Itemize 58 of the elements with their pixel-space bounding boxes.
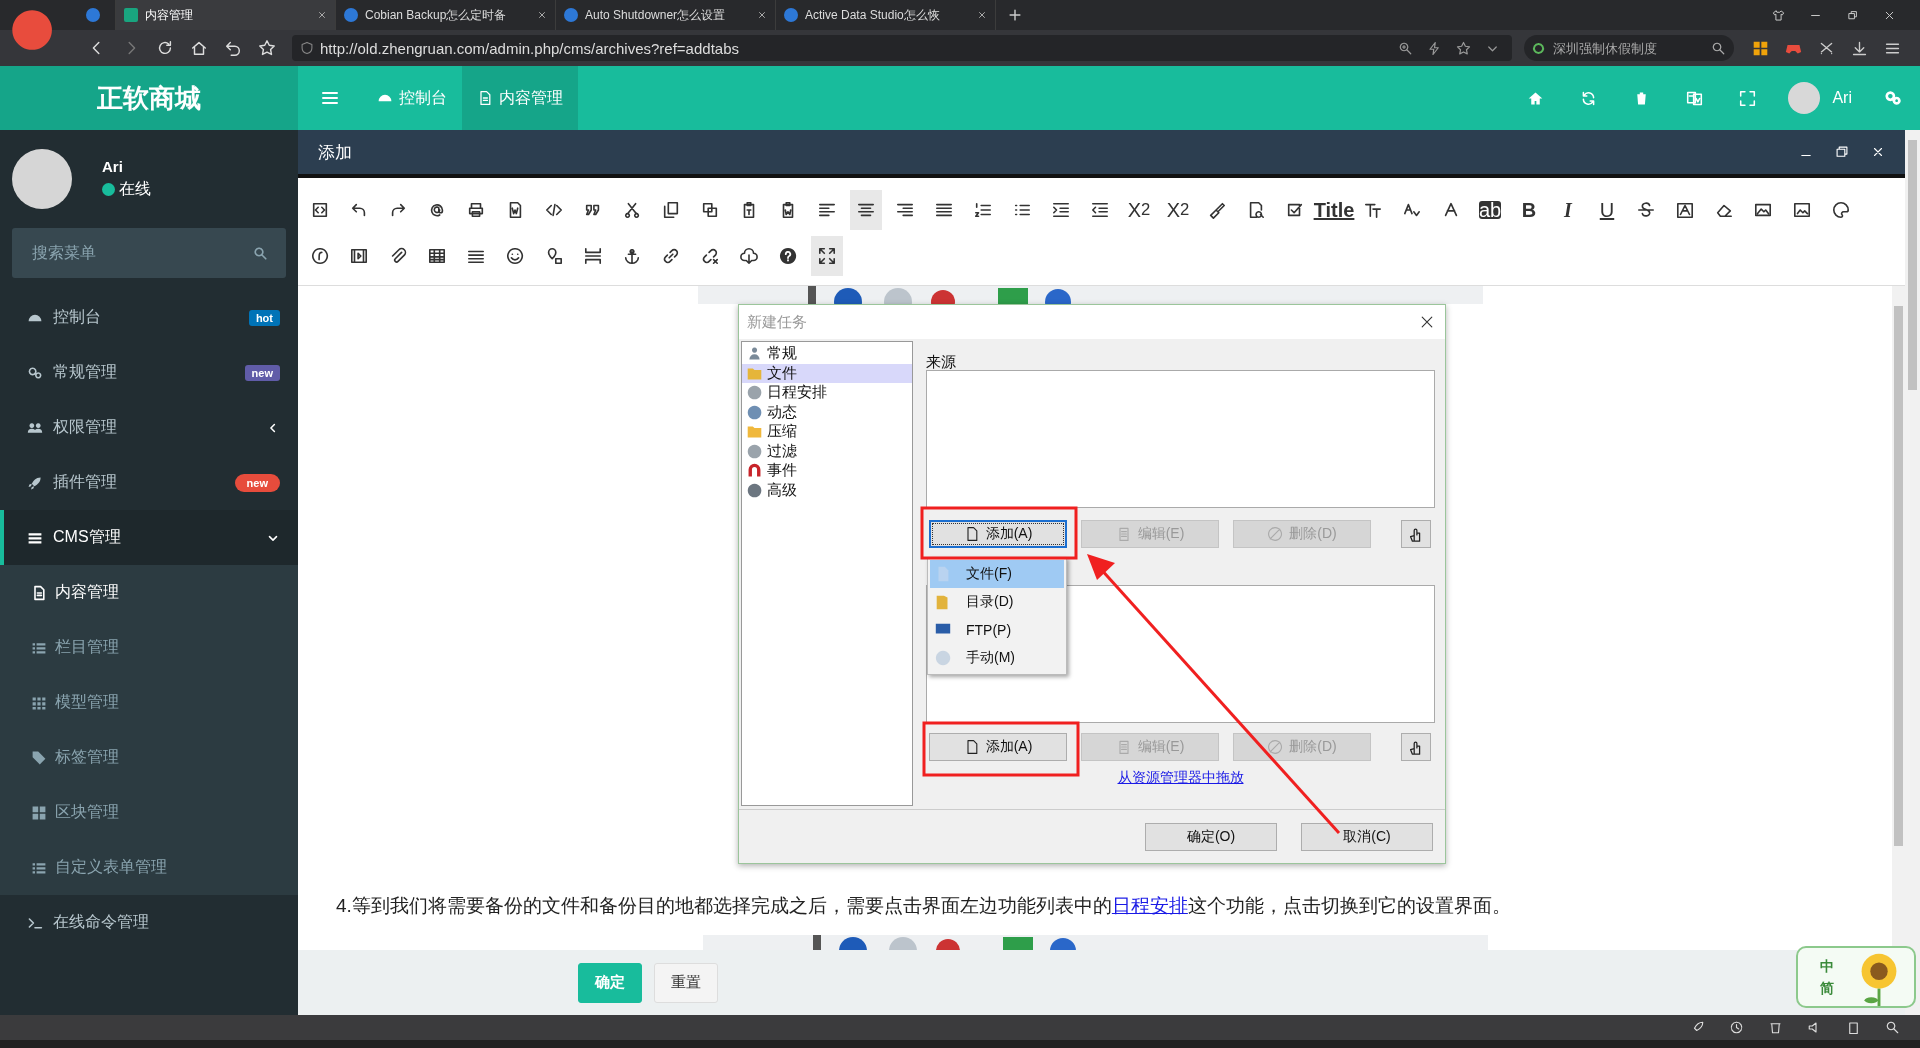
- menu-item[interactable]: 在线命令管理: [0, 895, 298, 950]
- tab-title: Cobian Backup怎么定时备: [365, 6, 508, 24]
- submenu-item[interactable]: 模型管理: [0, 675, 298, 730]
- menu-badge: new: [234, 473, 280, 492]
- tab-title: 内容管理: [145, 6, 194, 24]
- category-item[interactable]: 日程安排: [742, 383, 912, 403]
- underline-button[interactable]: U: [1591, 190, 1623, 230]
- window-title: 新建任务: [747, 312, 807, 332]
- submenu-item[interactable]: 区块管理: [0, 785, 298, 840]
- category-item[interactable]: 过滤: [742, 441, 912, 461]
- button[interactable]: 确定(O): [1145, 822, 1277, 851]
- search-field[interactable]: 搜索菜单: [12, 228, 286, 278]
- search-input[interactable]: 搜索菜单: [30, 243, 253, 263]
- menu-item[interactable]: 插件管理 new: [0, 455, 298, 510]
- category-item[interactable]: 高级: [742, 480, 912, 500]
- menu-item[interactable]: 权限管理: [0, 400, 298, 455]
- menu-item[interactable]: 手动(M): [930, 644, 1064, 672]
- bold-button[interactable]: B: [1513, 190, 1545, 230]
- menu-item[interactable]: CMS管理: [0, 510, 298, 565]
- search-box[interactable]: 深圳强制休假制度: [1524, 35, 1734, 61]
- submenu-item[interactable]: 内容管理: [0, 565, 298, 620]
- button[interactable]: 添加(A): [929, 733, 1067, 761]
- button[interactable]: 取消(C): [1301, 822, 1433, 851]
- category-item[interactable]: 动态: [742, 402, 912, 422]
- category-item[interactable]: 常规: [742, 344, 912, 364]
- user-name: Ari: [102, 158, 124, 175]
- link[interactable]: 从资源管理器中拖放: [1117, 769, 1244, 787]
- reset-button[interactable]: 重置: [654, 962, 718, 1003]
- input-method-widget[interactable]: 中 简: [1796, 946, 1916, 1008]
- status-text: 在线: [119, 179, 151, 199]
- ime-script: 简: [1820, 980, 1834, 998]
- submenu-item[interactable]: 栏目管理: [0, 620, 298, 675]
- submenu-item[interactable]: 标签管理: [0, 730, 298, 785]
- italic-button[interactable]: I: [1552, 190, 1584, 230]
- field-label: 来源: [926, 353, 957, 370]
- menu-item[interactable]: 常规管理 new: [0, 345, 298, 400]
- tab-title: Active Data Studio怎么恢: [805, 6, 941, 24]
- category-item[interactable]: 文件: [742, 363, 912, 383]
- category-item[interactable]: 事件: [742, 461, 912, 481]
- submenu-item[interactable]: 自定义表单管理: [0, 840, 298, 895]
- tab-title: Auto Shutdowner怎么设置: [585, 6, 727, 24]
- menu-item[interactable]: 目录(D): [930, 588, 1064, 616]
- button[interactable]: 添加(A): [929, 520, 1067, 548]
- highlight-button[interactable]: ab: [1479, 201, 1501, 219]
- search-field[interactable]: 深圳强制休假制度: [1551, 39, 1705, 57]
- menu-item[interactable]: 文件(F): [930, 560, 1064, 588]
- category-item[interactable]: 压缩: [742, 422, 912, 442]
- ime-mode: 中: [1820, 958, 1834, 976]
- address-bar[interactable]: http://old.zhengruan.com/admin.php/cms/archives?ref=addtabs: [292, 35, 1512, 61]
- dialog-title: 添加: [318, 141, 352, 164]
- url-text: http://old.zhengruan.com/admin.php/cms/archives?ref=addtabs: [320, 39, 739, 57]
- menu-badge: hot: [248, 309, 280, 326]
- menu-badge: new: [244, 364, 280, 381]
- paragraph: 4.等到我们将需要备份的文件和备份目的地都选择完成之后，需要点击界面左边功能列表中的 日程安排这个功能，点击切换到它的设置界面。: [336, 894, 1512, 918]
- link[interactable]: 日程安排: [1111, 895, 1188, 916]
- browser-tab[interactable]: 内容管理: [116, 0, 336, 30]
- menu-item[interactable]: FTP(P): [930, 616, 1064, 644]
- menu-item[interactable]: 控制台 hot: [0, 290, 298, 345]
